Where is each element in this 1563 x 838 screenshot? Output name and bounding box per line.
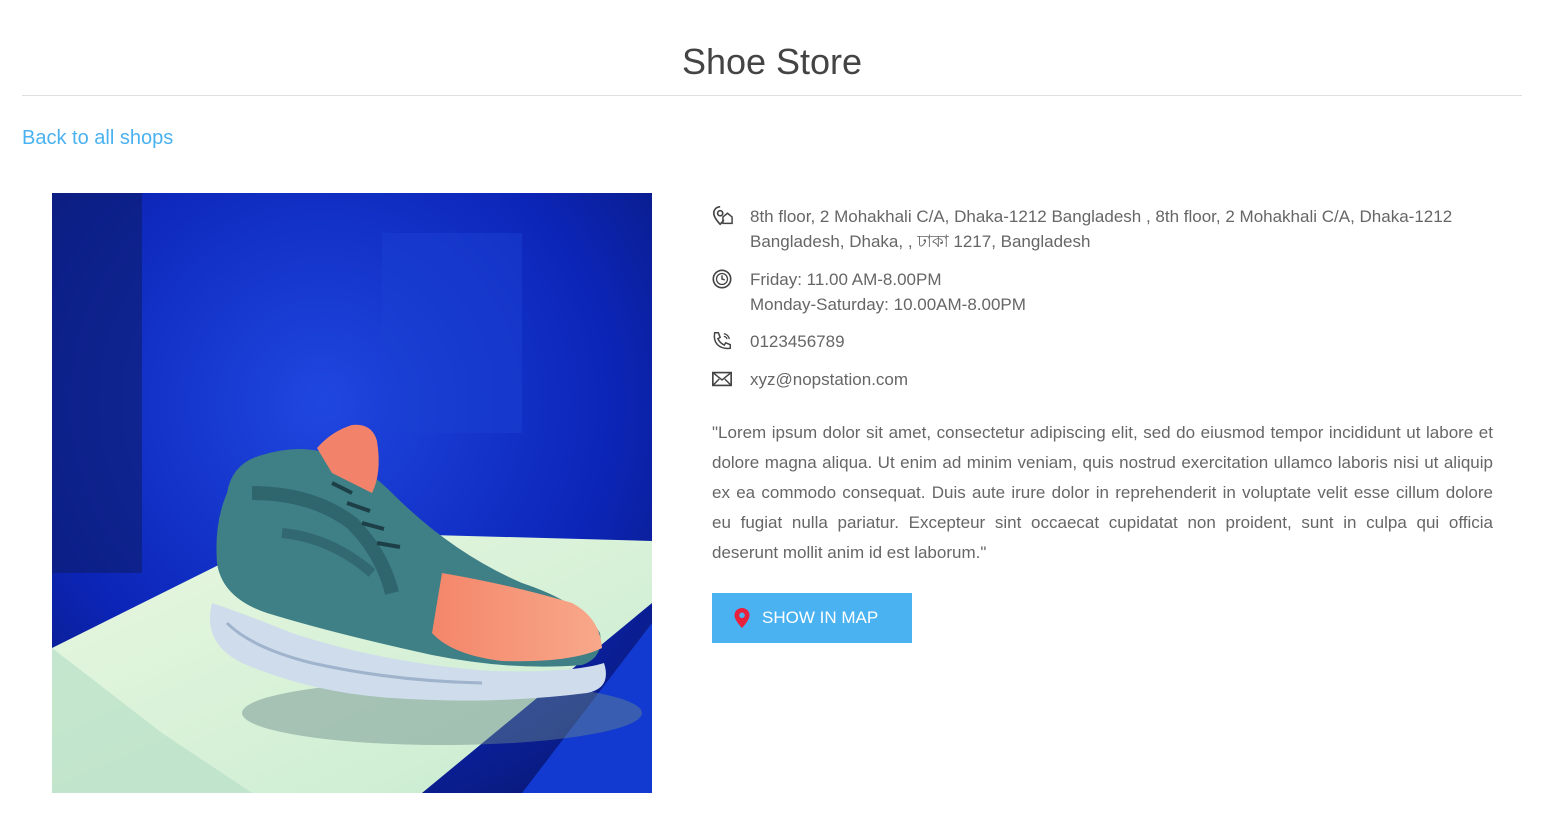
- email-row: xyz@nopstation.com: [711, 367, 908, 392]
- location-icon: [712, 206, 733, 226]
- phone-icon: [713, 332, 731, 350]
- sneaker-photo: [52, 193, 652, 793]
- address-text: 8th floor, 2 Mohakhali C/A, Dhaka-1212 B…: [750, 207, 1453, 251]
- phone-text[interactable]: 0123456789: [750, 329, 845, 354]
- map-pin-icon: [734, 608, 750, 628]
- clock-icon: [712, 269, 732, 289]
- hours-row: Friday: 11.00 AM-8.00PM Monday-Saturday:…: [711, 267, 1026, 317]
- show-in-map-label: SHOW IN MAP: [762, 608, 879, 627]
- shop-description: "Lorem ipsum dolor sit amet, consectetur…: [712, 423, 1493, 562]
- address-row: 8th floor, 2 Mohakhali C/A, Dhaka-1212 B…: [711, 204, 1501, 254]
- back-to-shops-link[interactable]: Back to all shops: [22, 126, 173, 150]
- hours-weekdays: Monday-Saturday: 10.00AM-8.00PM: [750, 295, 1026, 314]
- hours-friday: Friday: 11.00 AM-8.00PM: [750, 270, 942, 289]
- shop-image: [52, 193, 652, 793]
- page-title: Shoe Store: [681, 41, 863, 82]
- mail-icon: [712, 371, 732, 387]
- email-text[interactable]: xyz@nopstation.com: [750, 367, 908, 392]
- title-divider: [22, 95, 1522, 96]
- phone-row: 0123456789: [711, 329, 845, 354]
- show-in-map-button[interactable]: SHOW IN MAP: [712, 593, 912, 643]
